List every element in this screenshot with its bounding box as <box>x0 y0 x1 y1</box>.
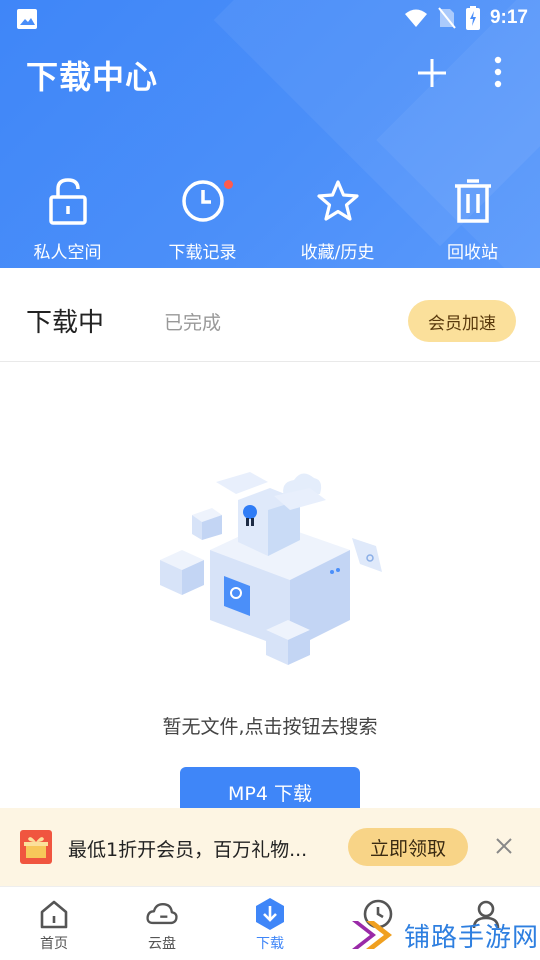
watermark-text: 铺路手游网 <box>404 922 540 953</box>
nav-label: 云盘 <box>148 936 176 952</box>
quick-action-label: 下载记录 <box>168 243 237 263</box>
nav-label: 首页 <box>40 936 68 952</box>
quick-action-private-space[interactable]: 私人空间 <box>0 176 135 263</box>
empty-state-message: 暂无文件,点击按钮去搜索 <box>162 716 378 738</box>
image-notification-icon <box>17 9 37 29</box>
quick-action-label: 回收站 <box>447 243 498 263</box>
trash-icon <box>451 176 495 226</box>
cloud-icon <box>145 897 179 931</box>
empty-box-illustration <box>160 472 382 665</box>
quick-action-label: 私人空间 <box>33 243 102 263</box>
download-icon <box>253 897 287 931</box>
home-icon <box>37 897 71 931</box>
notification-badge <box>224 180 233 189</box>
vip-promo-banner[interactable]: 最低1折开会员，百万礼物... 立即领取 <box>0 808 540 886</box>
header: 9:17 下载中心 私人空间 下载记录 收藏/历史 回收站 <box>0 0 540 268</box>
quick-action-label: 收藏/历史 <box>300 243 375 263</box>
claim-now-button[interactable]: 立即领取 <box>348 828 468 866</box>
status-bar: 9:17 <box>0 0 540 36</box>
no-sim-icon <box>438 7 456 29</box>
download-card: 下载中 已完成 会员加速 暂无文件,点击按钮去搜索 MP4 下载 <box>0 280 540 817</box>
site-watermark: 铺路手游网 <box>350 910 540 960</box>
wifi-icon <box>404 9 427 27</box>
tabs: 下载中 已完成 会员加速 <box>0 280 540 362</box>
promo-text: 最低1折开会员，百万礼物... <box>68 839 308 861</box>
quick-action-recycle-bin[interactable]: 回收站 <box>405 176 540 263</box>
quick-action-favorites-history[interactable]: 收藏/历史 <box>270 176 405 263</box>
gift-icon <box>20 830 52 864</box>
nav-label: 下载 <box>256 936 284 952</box>
more-vertical-icon[interactable] <box>484 54 512 90</box>
quick-action-download-history[interactable]: 下载记录 <box>135 176 270 263</box>
battery-charging-icon <box>465 6 480 30</box>
vip-accelerate-button[interactable]: 会员加速 <box>408 300 516 342</box>
add-icon[interactable] <box>414 55 450 91</box>
close-icon[interactable] <box>494 836 514 856</box>
page-title: 下载中心 <box>26 58 159 96</box>
watermark-logo-icon <box>352 921 392 949</box>
nav-item-download[interactable]: 下载 <box>216 887 324 960</box>
status-time: 9:17 <box>489 7 528 28</box>
tab-completed[interactable]: 已完成 <box>164 308 221 335</box>
quick-actions: 私人空间 下载记录 收藏/历史 回收站 <box>0 176 540 263</box>
nav-item-cloud[interactable]: 云盘 <box>108 887 216 960</box>
clock-icon <box>181 176 225 226</box>
lock-open-icon <box>46 176 90 226</box>
tab-downloading[interactable]: 下载中 <box>26 302 104 339</box>
star-icon <box>316 176 360 226</box>
nav-item-home[interactable]: 首页 <box>0 887 108 960</box>
